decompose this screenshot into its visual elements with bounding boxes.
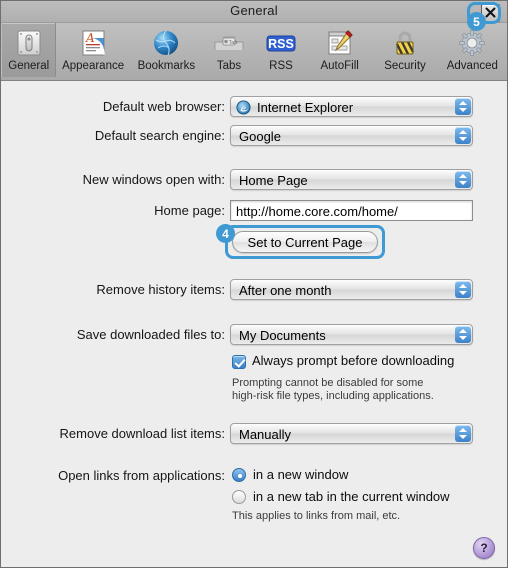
- preferences-window: General General A Appearance Bookmarks T…: [0, 0, 508, 568]
- always-prompt-checkbox[interactable]: [232, 355, 246, 369]
- popup-stepper-arrows[interactable]: [455, 127, 471, 144]
- svg-text:Tab: Tab: [228, 40, 237, 46]
- remove-history-items-value: After one month: [239, 283, 332, 298]
- default-web-browser-value: Internet Explorer: [257, 100, 354, 115]
- tab-label: Security: [384, 60, 426, 72]
- always-prompt-label: Always prompt before downloading: [252, 353, 455, 368]
- open-links-from-applications-label: Open links from applications:: [58, 468, 225, 483]
- new-windows-open-with-value: Home Page: [239, 173, 308, 188]
- svg-text:RSS: RSS: [268, 37, 294, 51]
- home-page-value: http://home.core.com/home/: [236, 204, 398, 219]
- help-button[interactable]: ?: [473, 537, 495, 559]
- popup-stepper-arrows[interactable]: [455, 281, 471, 298]
- tab-general[interactable]: General: [1, 23, 57, 77]
- home-page-input[interactable]: http://home.core.com/home/: [230, 200, 473, 221]
- remove-download-list-items-popup[interactable]: Manually: [230, 423, 473, 444]
- tab-appearance[interactable]: A Appearance: [56, 23, 129, 77]
- tab-bookmarks[interactable]: Bookmarks: [130, 23, 203, 77]
- window-title: General: [230, 3, 278, 18]
- tab-advanced[interactable]: Advanced: [438, 23, 507, 77]
- popup-stepper-arrows[interactable]: [455, 425, 471, 442]
- open-links-note: This applies to links from mail, etc.: [232, 510, 401, 522]
- tab-label: Appearance: [62, 60, 125, 72]
- tabs-icon: Tab: [212, 27, 246, 59]
- internet-explorer-icon: e: [236, 100, 251, 115]
- new-windows-open-with-popup[interactable]: Home Page: [230, 169, 473, 190]
- tab-label: General: [8, 60, 50, 72]
- popup-stepper-arrows[interactable]: [455, 171, 471, 188]
- remove-history-items-label: Remove history items:: [96, 282, 225, 297]
- bookmarks-globe-icon: [151, 27, 181, 59]
- close-button[interactable]: [481, 4, 500, 22]
- save-downloaded-files-value: My Documents: [239, 328, 326, 343]
- tab-label: AutoFill: [320, 60, 359, 72]
- open-links-new-window-label: in a new window: [253, 467, 349, 482]
- title-bar: General: [1, 1, 507, 23]
- remove-download-list-items-label: Remove download list items:: [59, 426, 225, 441]
- advanced-gear-icon: [457, 27, 487, 59]
- set-to-current-page-button[interactable]: Set to Current Page: [232, 231, 378, 253]
- tab-label: Advanced: [446, 60, 498, 72]
- tab-autofill[interactable]: AutoFill: [307, 23, 372, 77]
- home-page-label: Home page:: [154, 203, 225, 218]
- default-web-browser-label: Default web browser:: [102, 99, 225, 114]
- general-preferences-pane: Default web browser: e Internet Explorer…: [1, 81, 507, 567]
- open-links-new-tab-radio[interactable]: [232, 490, 246, 504]
- save-downloaded-files-label: Save downloaded files to:: [76, 327, 225, 342]
- tab-rss[interactable]: RSS RSS: [255, 23, 307, 77]
- prompt-note-line-1: Prompting cannot be disabled for some: [232, 377, 424, 389]
- tab-label: RSS: [269, 60, 293, 72]
- tab-tabs[interactable]: Tab Tabs: [203, 23, 255, 77]
- popup-stepper-arrows[interactable]: [455, 98, 471, 115]
- set-to-current-page-label: Set to Current Page: [247, 234, 363, 250]
- rss-icon: RSS: [263, 27, 299, 59]
- open-links-new-window-radio[interactable]: [232, 468, 246, 482]
- tab-label: Bookmarks: [137, 60, 196, 72]
- general-switch-icon: [14, 27, 44, 59]
- default-search-engine-popup[interactable]: Google: [230, 125, 473, 146]
- save-downloaded-files-popup[interactable]: My Documents: [230, 324, 473, 345]
- help-label: ?: [480, 541, 488, 555]
- popup-stepper-arrows[interactable]: [455, 326, 471, 343]
- appearance-icon: A: [78, 27, 108, 59]
- autofill-pencil-icon: [325, 27, 355, 59]
- close-icon: [485, 7, 496, 18]
- preferences-toolbar: General A Appearance Bookmarks Tab Tabs …: [1, 23, 507, 81]
- default-search-engine-value: Google: [239, 129, 281, 144]
- new-windows-open-with-label: New windows open with:: [82, 172, 225, 187]
- remove-download-list-items-value: Manually: [239, 427, 292, 442]
- tab-label: Tabs: [216, 60, 242, 72]
- open-links-new-tab-label: in a new tab in the current window: [253, 489, 450, 504]
- prompt-note-line-2: high-risk file types, including applicat…: [232, 390, 434, 402]
- default-search-engine-label: Default search engine:: [94, 128, 225, 143]
- svg-text:e: e: [241, 103, 246, 113]
- remove-history-items-popup[interactable]: After one month: [230, 279, 473, 300]
- tab-security[interactable]: Security: [372, 23, 437, 77]
- security-lock-icon: [390, 27, 420, 59]
- default-web-browser-popup[interactable]: e Internet Explorer: [230, 96, 473, 117]
